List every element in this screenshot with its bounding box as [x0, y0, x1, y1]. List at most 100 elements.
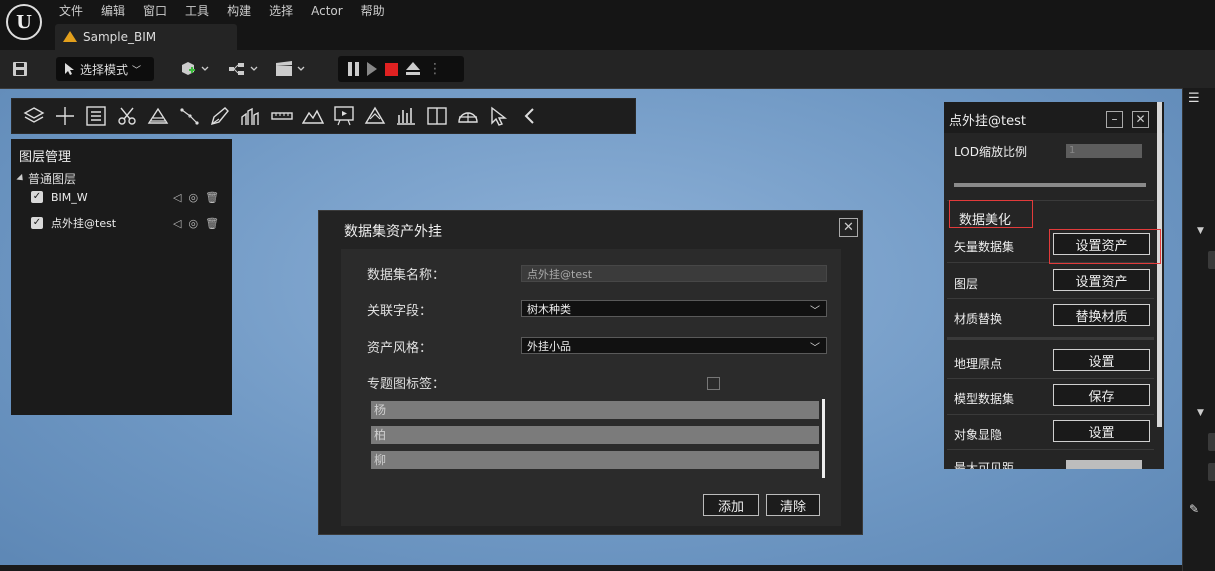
eject-icon[interactable] [406, 62, 420, 76]
asset-style-select[interactable]: 外挂小品 ﹀ [521, 337, 827, 354]
panel-header: 点外挂@test – ✕ [944, 102, 1164, 133]
collapse-triangle-icon[interactable]: ▼ [1197, 226, 1204, 236]
close-icon[interactable]: ✕ [839, 218, 858, 237]
stop-icon[interactable] [385, 62, 398, 76]
menu-select[interactable]: 选择 [260, 2, 302, 20]
locate-icon[interactable]: ◁ [173, 191, 181, 204]
add-icon[interactable] [51, 103, 78, 130]
menu-window[interactable]: 窗口 [134, 2, 176, 20]
dataset-name-field: 点外挂@test [521, 265, 827, 282]
level-tab[interactable]: Sample_BIM [55, 24, 237, 50]
tag-list-scrollbar[interactable] [822, 399, 825, 478]
row-label: 矢量数据集 [954, 240, 1015, 254]
dome-icon[interactable] [454, 103, 481, 130]
details-panel-edge: ☰ ▼ ▼ ✎ [1182, 88, 1215, 571]
layer-row[interactable]: ✓ 点外挂@test ◁ ◎ 🗑 [31, 213, 231, 233]
unreal-logo-icon[interactable]: U [6, 4, 42, 40]
warning-terrain-icon[interactable] [361, 103, 388, 130]
layer-checkbox[interactable]: ✓ [31, 217, 43, 229]
pause-icon[interactable] [348, 62, 359, 76]
dataset-asset-dialog: 数据集资产外挂 ✕ 数据集名称： 点外挂@test 关联字段： 树木种类 ﹀ 资… [318, 210, 863, 535]
tag-item[interactable]: 柳 [371, 451, 819, 469]
buildings-icon[interactable] [237, 103, 264, 130]
tag-item[interactable]: 杨 [371, 401, 819, 419]
menu-build[interactable]: 构建 [218, 2, 260, 20]
scissors-icon[interactable] [113, 103, 140, 130]
set-visibility-button[interactable]: 设置 [1053, 420, 1150, 442]
topic-tag-checkbox[interactable] [707, 377, 720, 390]
row-label: 最大可见距 [954, 461, 1015, 469]
layer-panel: 图层管理 普通图层 ✓ BIM_W ◁ ◎ 🗑 ✓ 点外挂@test ◁ ◎ 🗑 [11, 139, 232, 415]
lod-input[interactable]: 1 [1066, 144, 1142, 158]
collapse-left-icon[interactable] [516, 103, 543, 130]
ruler-icon[interactable] [268, 103, 295, 130]
link-field-select[interactable]: 树木种类 ﹀ [521, 300, 827, 317]
add-button[interactable]: 添加 [703, 494, 759, 516]
main-toolbar: 选择模式 ﹀ ⋮ [0, 50, 1215, 88]
step-icon[interactable] [367, 62, 377, 76]
dataset-name-label: 数据集名称： [367, 268, 446, 283]
close-icon[interactable]: ✕ [1132, 111, 1149, 128]
set-asset-button[interactable]: 设置资产 [1053, 269, 1150, 291]
panel-scrollbar[interactable] [1157, 102, 1162, 427]
divider [947, 449, 1154, 450]
layer-row[interactable]: ✓ BIM_W ◁ ◎ 🗑 [31, 187, 231, 207]
split-view-icon[interactable] [423, 103, 450, 130]
divider [947, 414, 1154, 415]
video-board-icon[interactable] [330, 103, 357, 130]
layer-label: 点外挂@test [51, 217, 117, 230]
set-origin-button[interactable]: 设置 [1053, 349, 1150, 371]
minimize-icon[interactable]: – [1106, 111, 1123, 128]
play-controls: ⋮ [338, 56, 464, 82]
menu-actor[interactable]: Actor [302, 2, 352, 20]
menu-file[interactable]: 文件 [50, 2, 92, 20]
select-mode-button[interactable]: 选择模式 ﹀ [56, 57, 154, 81]
cinematics-icon[interactable] [274, 57, 308, 81]
topic-tag-label: 专题图标签： [367, 377, 446, 392]
details-field[interactable] [1208, 433, 1215, 451]
layer-group-label: 普通图层 [28, 172, 77, 186]
mountain-icon[interactable] [299, 103, 326, 130]
clear-button[interactable]: 清除 [766, 494, 820, 516]
tag-item[interactable]: 柏 [371, 426, 819, 444]
replace-material-button[interactable]: 替换材质 [1053, 304, 1150, 326]
pointer-icon[interactable] [485, 103, 512, 130]
list-icon[interactable] [82, 103, 109, 130]
layers-icon[interactable] [20, 103, 47, 130]
blueprint-icon[interactable] [228, 57, 260, 81]
button-highlight [1049, 229, 1161, 264]
menu-edit[interactable]: 编辑 [92, 2, 134, 20]
more-options-icon[interactable]: ⋮ [428, 61, 442, 77]
row-label: 模型数据集 [954, 392, 1015, 406]
collapse-triangle-icon[interactable]: ▼ [1197, 408, 1204, 418]
title-bar: U 文件 编辑 窗口 工具 构建 选择 Actor 帮助 Sample_BIM [0, 0, 1215, 50]
save-button[interactable]: 保存 [1053, 384, 1150, 406]
menu-help[interactable]: 帮助 [352, 2, 394, 20]
max-distance-input[interactable] [1066, 460, 1142, 469]
row-label: 地理原点 [954, 357, 1003, 371]
chevron-down-icon: ﹀ [810, 343, 820, 354]
details-menu-icon[interactable]: ☰ [1188, 91, 1200, 106]
save-icon[interactable] [12, 57, 28, 81]
edit-icon[interactable]: ✎ [1189, 502, 1199, 516]
menu-tools[interactable]: 工具 [176, 2, 218, 20]
locate-icon[interactable]: ◁ [173, 217, 181, 230]
target-icon[interactable]: ◎ [188, 191, 198, 204]
terrain-icon[interactable] [144, 103, 171, 130]
details-field[interactable] [1208, 251, 1215, 269]
pen-icon[interactable] [206, 103, 233, 130]
layer-checkbox[interactable]: ✓ [31, 191, 43, 203]
delete-icon[interactable]: 🗑 [205, 217, 219, 230]
details-field[interactable] [1208, 463, 1215, 481]
target-icon[interactable]: ◎ [188, 217, 198, 230]
layer-group-normal[interactable]: 普通图层 [16, 170, 77, 187]
row-label: 材质替换 [954, 312, 1003, 326]
lod-slider[interactable] [954, 183, 1146, 187]
add-actor-icon[interactable] [180, 57, 210, 81]
bar-chart-icon[interactable] [392, 103, 419, 130]
polyline-icon[interactable] [175, 103, 202, 130]
expand-triangle-icon[interactable] [16, 173, 26, 184]
delete-icon[interactable]: 🗑 [205, 191, 219, 204]
dataset-properties-panel: 点外挂@test – ✕ LOD缩放比例 1 数据美化 矢量数据集 设置资产 图… [944, 102, 1164, 469]
chevron-down-icon: ﹀ [810, 306, 820, 317]
